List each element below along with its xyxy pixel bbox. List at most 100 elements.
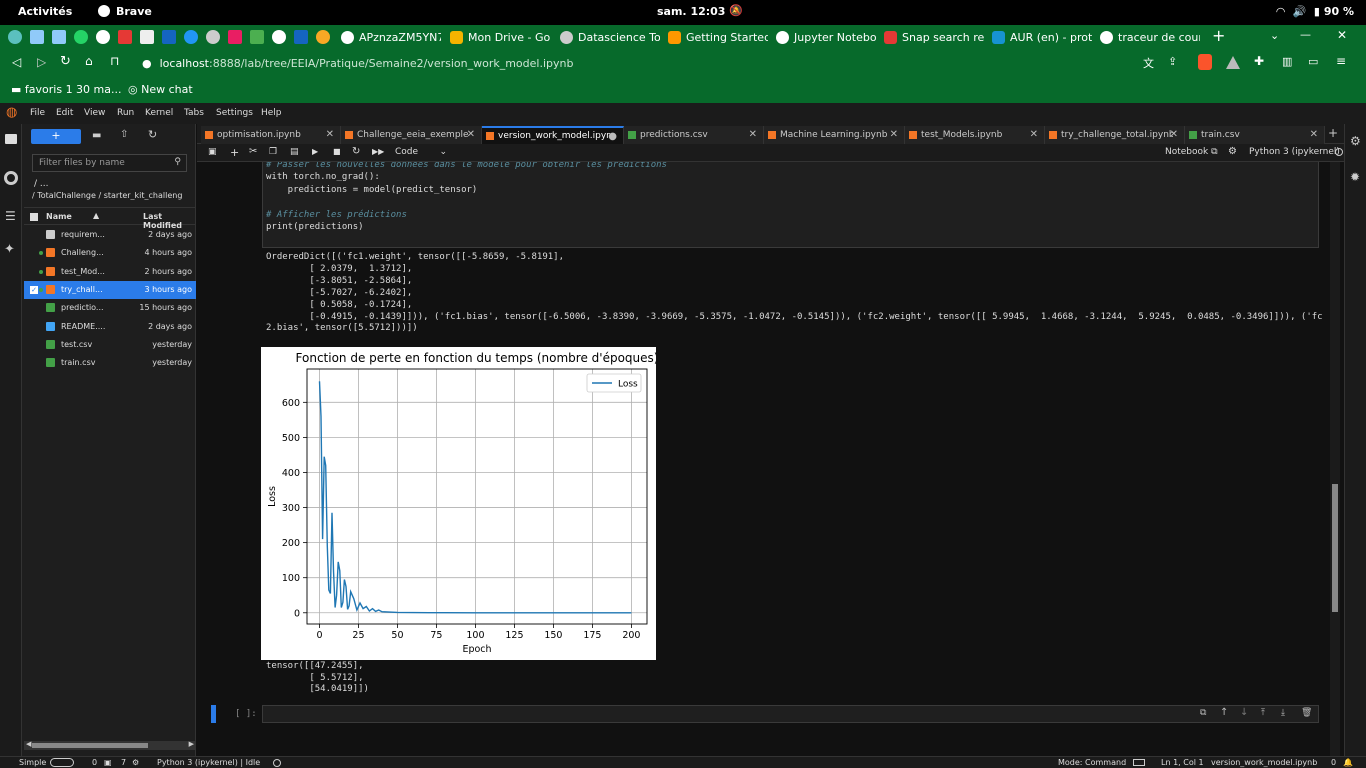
clock[interactable]: sam. 12:03 [657,5,725,18]
doc-tab[interactable]: try_challenge_total.ipynb ✕ [1045,126,1185,144]
doc-tab[interactable]: Machine Learning.ipynb ✕ [764,126,905,144]
site-info-icon[interactable]: ● [142,57,152,70]
scroll-left-arrow[interactable]: ◀ [26,740,31,748]
close-tab-icon[interactable]: ✕ [890,129,898,140]
close-tab-icon[interactable]: ✕ [1170,129,1178,140]
translate-icon[interactable]: 文 [1143,55,1154,71]
notifications-count[interactable]: 0 [1331,758,1336,767]
empty-code-cell[interactable]: ⧉ ↑ ↓ ⤒ ⤓ 🗑 [262,705,1319,723]
menu-icon[interactable]: ≡ [1336,54,1346,68]
menu-edit[interactable]: Edit [56,108,73,118]
github-icon[interactable] [96,30,110,44]
pinned-tab-icon[interactable] [294,30,308,44]
notebook-link[interactable]: Notebook ⧉ [1165,147,1218,157]
browser-tab[interactable]: traceur de cour [1100,27,1200,47]
reload-icon[interactable]: ↻ [60,54,71,69]
kernel-name[interactable]: Python 3 (ipykernel) [1249,147,1340,157]
brave-shields-icon[interactable] [1198,54,1212,70]
doc-tab[interactable]: optimisation.ipynb ✕ [201,126,341,144]
insert-below-icon[interactable]: ⤓ [1281,708,1285,718]
file-row[interactable]: test.csv yesterday [24,336,196,354]
paste-icon[interactable]: ▤ [290,147,299,157]
pinned-tab-icon[interactable] [272,30,286,44]
doc-tab[interactable]: test_Models.ipynb ✕ [905,126,1045,144]
menu-kernel[interactable]: Kernel [145,108,173,118]
close-tab-icon[interactable]: ✕ [1310,129,1318,140]
kernels-count[interactable]: 7 [121,758,126,767]
pinned-tab-icon[interactable] [140,30,154,44]
address-bar[interactable]: ● localhost:8888/lab/tree/EEIA/Pratique/… [134,52,1134,74]
file-row[interactable]: ✓ try_chall... 3 hours ago [24,280,196,299]
pinned-tab-icon[interactable] [250,30,264,44]
doc-tab[interactable]: predictions.csv ✕ [624,126,764,144]
pinned-tab-icon[interactable] [30,30,44,44]
file-row[interactable]: predictio... 15 hours ago [24,299,196,317]
kernel-status[interactable]: Python 3 (ipykernel) | Idle [157,758,260,767]
bookmark-new-chat[interactable]: ◎ New chat [128,83,193,96]
forward-icon[interactable]: ▷ [37,55,46,69]
file-row[interactable]: Challeng... 4 hours ago [24,244,196,262]
back-icon[interactable]: ◁ [12,55,21,69]
pinned-tab-icon[interactable] [74,30,88,44]
browser-tab[interactable]: Datascience To [560,27,660,47]
bookmark-folder[interactable]: ▬ favoris 1 30 ma... [11,83,122,96]
running-icon[interactable] [4,171,18,185]
extensions-icon[interactable]: ✚ [1254,54,1264,68]
menu-view[interactable]: View [84,108,105,118]
unsaved-dot-icon[interactable]: ● [608,131,617,142]
browser-tab[interactable]: Mon Drive - Go [450,27,550,47]
run-icon[interactable]: ▶ [312,147,318,156]
terminals-count[interactable]: 0 [92,758,97,767]
delete-cell-icon[interactable]: 🗑 [1301,708,1312,718]
share-icon[interactable]: ⇪ [1168,55,1177,68]
file-row[interactable]: test_Mod... 2 hours ago [24,263,196,281]
wallet-icon[interactable]: ▭ [1308,55,1318,68]
new-launcher-button[interactable]: + [31,129,81,144]
file-row[interactable]: train.csv yesterday [24,354,196,372]
file-row[interactable]: requirem... 2 days ago [24,226,196,244]
toc-icon[interactable]: ☰ [5,209,16,223]
duplicate-cell-icon[interactable]: ⧉ [1200,708,1206,718]
browser-tab[interactable]: Snap search re [884,27,984,47]
refresh-icon[interactable]: ↻ [148,128,157,141]
close-tab-icon[interactable]: ✕ [1030,129,1038,140]
property-inspector-icon[interactable]: ⚙ [1350,134,1361,148]
run-all-icon[interactable]: ▶▶ [372,147,384,156]
cursor-position[interactable]: Ln 1, Col 1 [1161,758,1204,767]
browser-tab[interactable]: Jupyter Notebo [776,27,876,47]
bookmark-icon[interactable]: ⊓ [110,54,119,68]
minimize-icon[interactable]: — [1300,28,1311,41]
pinned-tab-icon[interactable] [184,30,198,44]
code-cell-editor[interactable]: # Passer les nouvelles données dans le m… [262,162,1319,248]
move-down-icon[interactable]: ↓ [1240,707,1248,718]
doc-tab[interactable]: version_work_model.ipyn ● [482,126,624,144]
new-folder-icon[interactable]: ▬ [92,130,101,141]
scroll-thumb[interactable] [32,743,148,748]
move-up-icon[interactable]: ↑ [1220,707,1228,718]
copy-icon[interactable]: ❐ [269,147,277,157]
upload-icon[interactable]: ⇧ [120,129,128,140]
menu-file[interactable]: File [30,108,45,118]
doc-tab[interactable]: Challenge_eeia_exemple.i ✕ [341,126,482,144]
close-tab-icon[interactable]: ✕ [467,129,475,140]
home-icon[interactable]: ⌂ [85,54,93,68]
scroll-right-arrow[interactable]: ▶ [189,740,194,748]
pinned-tab-icon[interactable] [206,30,220,44]
close-window-icon[interactable]: ✕ [1337,28,1347,42]
save-icon[interactable]: ▣ [208,147,217,157]
brave-rewards-icon[interactable] [1226,56,1240,69]
filter-input[interactable]: Filter files by name ⚲ [32,154,187,172]
doc-tab[interactable]: train.csv ✕ [1185,126,1325,144]
breadcrumb-path[interactable]: / TotalChallenge / starter_kit_challeng [32,191,194,200]
new-tab-icon[interactable]: + [1212,26,1225,45]
close-tab-icon[interactable]: ✕ [326,129,334,140]
browser-tab[interactable]: APznzaZM5YN7 [341,27,441,47]
stop-icon[interactable]: ■ [333,147,341,156]
sidebar-icon[interactable]: ▥ [1282,55,1292,68]
close-tab-icon[interactable]: ✕ [749,129,757,140]
insert-cell-icon[interactable]: + [230,146,239,159]
menu-settings[interactable]: Settings [216,108,253,118]
scroll-thumb[interactable] [1332,484,1338,612]
menu-run[interactable]: Run [117,108,134,118]
browser-tab[interactable]: Getting Started [668,27,768,47]
